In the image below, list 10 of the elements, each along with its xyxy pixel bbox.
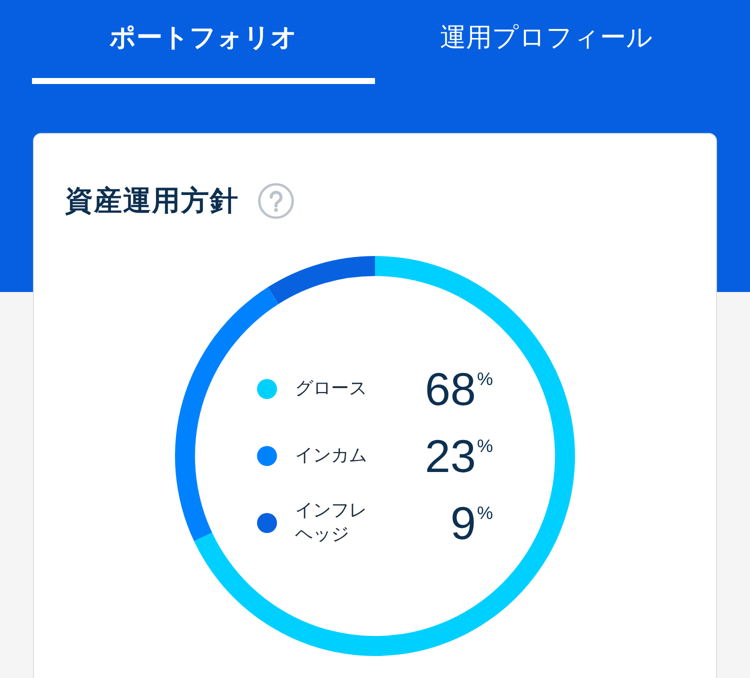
percent-value: 23$^{%}$	[424, 432, 493, 480]
tab[interactable]: 運用プロフィール	[375, 0, 718, 84]
legend-label: インフレヘッジ	[295, 499, 368, 547]
percent-value: 68$^{%}$	[424, 365, 493, 413]
percent-value: 9$^{%}$	[449, 499, 493, 547]
help-icon[interactable]	[258, 183, 294, 219]
legend-label: グロース	[295, 377, 368, 401]
legend-label: インカム	[295, 444, 368, 468]
card-title: 資産運用方針	[65, 183, 239, 219]
tab[interactable]: ポートフォリオ	[32, 0, 375, 84]
